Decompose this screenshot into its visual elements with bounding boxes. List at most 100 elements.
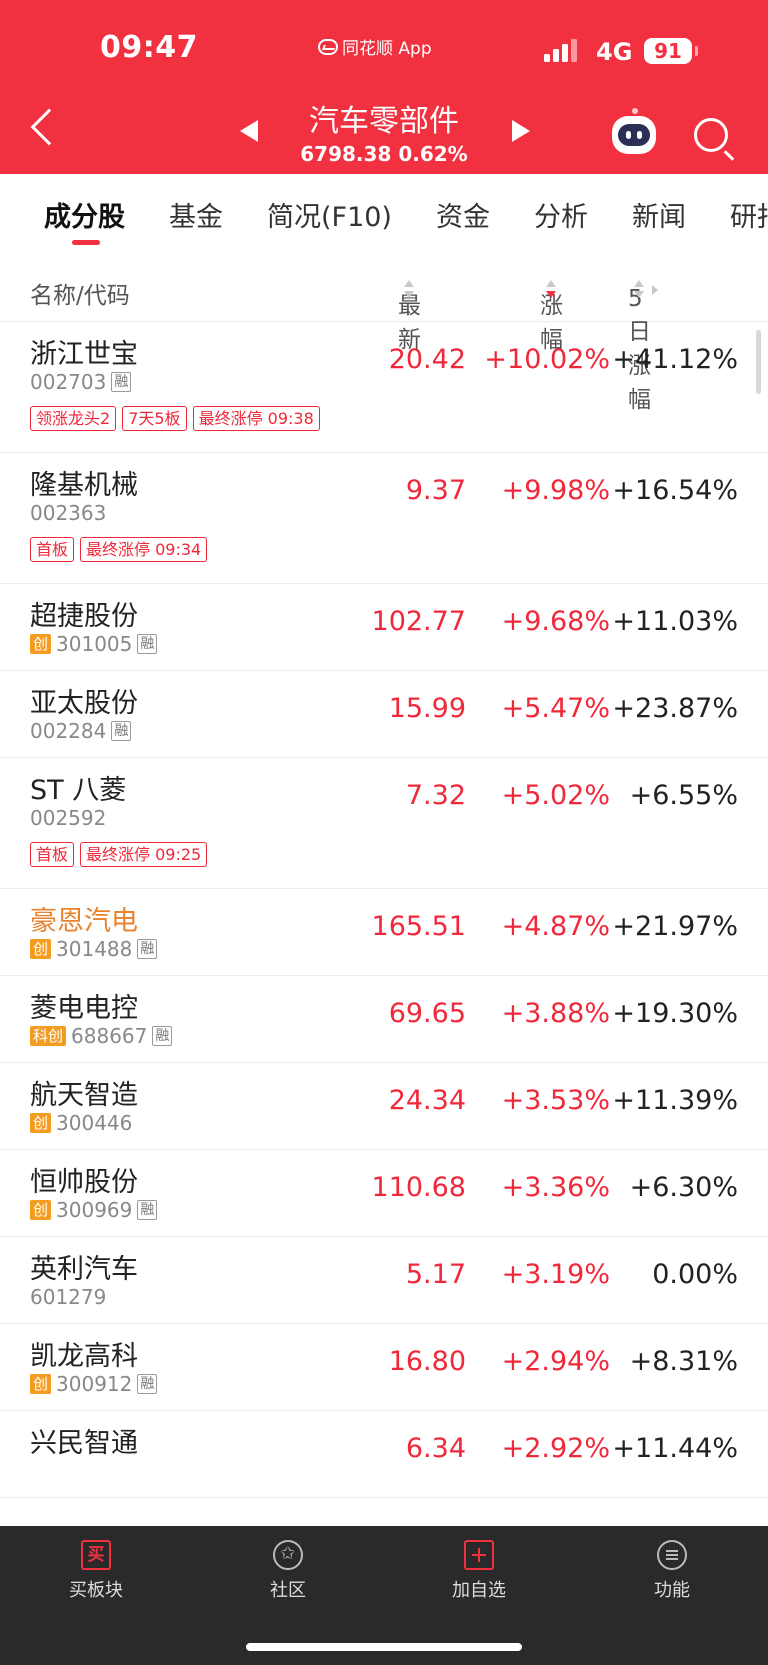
stock-row[interactable]: 恒帅股份创 300969 融 110.68 +3.36% +6.30% (0, 1150, 768, 1237)
stock-code-line: 创 301005 融 (30, 632, 158, 656)
stock-list: 浙江世宝 002703 融 20.42 +10.02% +41.12% 领涨龙头2 7天5板最… (0, 322, 768, 1526)
stock-code: 300446 (56, 1111, 133, 1135)
home-indicator[interactable] (246, 1643, 522, 1651)
nav-add-label: 加自选 (452, 1580, 506, 1601)
stock-price: 5.17 (405, 1259, 466, 1290)
stock-row[interactable]: 超捷股份创 301005 融 102.77 +9.68% +11.03% (0, 584, 768, 671)
board-badge: 创 (30, 634, 52, 654)
stock-code: 301488 (56, 937, 133, 961)
stock-code-line: 601279 (30, 1285, 106, 1309)
stock-name: ST 八菱 (30, 775, 127, 806)
tab-constituents[interactable]: 成分股 (44, 195, 125, 234)
stock-row[interactable]: 兴民智通 6.34 +2.92% +11.44% (0, 1411, 768, 1498)
nav-func-label: 功能 (654, 1580, 690, 1601)
tab-funds[interactable]: 基金 (169, 195, 223, 234)
stock-price: 102.77 (371, 606, 466, 637)
next-sector-icon[interactable] (512, 120, 530, 142)
stock-tag[interactable]: 首板 (30, 842, 75, 867)
stock-code: 002363 (30, 501, 107, 525)
nav-community[interactable]: 社区 (228, 1540, 348, 1602)
sort-icon (404, 279, 414, 300)
battery-icon: 91 (644, 38, 698, 64)
stock-code-line: 科创 688667 融 (30, 1024, 173, 1048)
stock-change-5d: +11.03% (612, 606, 738, 637)
margin-badge: 融 (111, 372, 132, 392)
col-change[interactable]: 涨幅 (540, 276, 563, 353)
stock-name: 英利汽车 (30, 1254, 138, 1285)
margin-badge: 融 (137, 1200, 158, 1220)
stock-change: +9.68% (501, 606, 610, 637)
stock-price: 9.37 (405, 475, 466, 506)
nav-add-watchlist[interactable]: 加自选 (419, 1540, 539, 1602)
scrollbar[interactable] (756, 330, 761, 394)
tab-news[interactable]: 新闻 (632, 195, 686, 234)
stock-price: 20.42 (388, 344, 466, 375)
stock-change: +3.36% (501, 1172, 610, 1203)
col-change5[interactable]: 5日涨幅 (628, 276, 658, 413)
board-badge: 创 (30, 1113, 52, 1133)
stock-price: 165.51 (371, 911, 466, 942)
stock-row[interactable]: ST 八菱 002592 7.32 +5.02% +6.55% 首板 最终涨停 09:25 (0, 758, 768, 889)
assistant-robot-icon[interactable] (612, 108, 656, 154)
stock-name: 菱电电控 (30, 993, 138, 1024)
stock-change-5d: +19.30% (612, 998, 738, 1029)
margin-badge: 融 (111, 721, 132, 741)
stock-row[interactable]: 亚太股份 002284 融 15.99 +5.47% +23.87% (0, 671, 768, 758)
stock-tag[interactable]: 最终涨停 09:38 (192, 406, 320, 431)
stock-name: 亚太股份 (30, 688, 138, 719)
stock-change-5d: +6.55% (629, 780, 738, 811)
header-bar: 09:47 同花顺 App 4G 91 汽车零部件 6798.38 0.62% (0, 0, 768, 174)
community-icon (273, 1540, 303, 1570)
stock-row[interactable]: 隆基机械 002363 9.37 +9.98% +16.54% 首板 最终涨停 09:34 (0, 453, 768, 584)
tab-research[interactable]: 研报 (730, 195, 768, 234)
stock-price: 24.34 (388, 1085, 466, 1116)
stock-tag[interactable]: 首板 (30, 537, 75, 562)
stock-change-5d: +11.44% (612, 1433, 738, 1464)
stock-code: 002592 (30, 806, 107, 830)
search-icon[interactable] (694, 118, 728, 152)
margin-badge: 融 (137, 1374, 158, 1394)
stock-row[interactable]: 凯龙高科创 300912 融 16.80 +2.94% +8.31% (0, 1324, 768, 1411)
stock-tag[interactable]: 7天5板 (122, 406, 187, 431)
stock-price: 6.34 (405, 1433, 466, 1464)
stock-code: 301005 (56, 632, 133, 656)
stock-row[interactable]: 浙江世宝 002703 融 20.42 +10.02% +41.12% 领涨龙头2 7天5板最… (0, 322, 768, 453)
tab-analysis[interactable]: 分析 (534, 195, 588, 234)
tab-bar: 成分股 基金 简况(F10) 资金 分析 新闻 研报 (0, 174, 768, 254)
stock-tags: 领涨龙头2 7天5板 最终涨停 09:38 (30, 406, 320, 431)
stock-change-5d: 0.00% (652, 1259, 738, 1290)
tab-f10[interactable]: 简况(F10) (267, 195, 392, 234)
nav-buy-sector[interactable]: 买 买板块 (36, 1540, 156, 1602)
stock-name: 兴民智通 (30, 1428, 138, 1459)
stock-row[interactable]: 英利汽车 601279 5.17 +3.19% 0.00% (0, 1237, 768, 1324)
stock-row[interactable]: 菱电电控 科创 688667 融 69.65 +3.88% +19.30% (0, 976, 768, 1063)
stock-name: 豪恩汽电 (30, 906, 138, 937)
buy-icon: 买 (81, 1540, 111, 1570)
tab-capital[interactable]: 资金 (436, 195, 490, 234)
stock-name: 航天智造 (30, 1080, 138, 1111)
board-badge: 创 (30, 1200, 52, 1220)
stock-code: 300969 (56, 1198, 133, 1222)
signal-icon (544, 38, 577, 62)
status-app-label: 同花顺 App (318, 34, 432, 59)
stock-change-5d: +16.54% (612, 475, 738, 506)
stock-row[interactable]: 豪恩汽电创 301488 融 165.51 +4.87% +21.97% (0, 889, 768, 976)
stock-price: 16.80 (388, 1346, 466, 1377)
col-name-code: 名称/代码 (30, 283, 130, 309)
network-type: 4G (596, 38, 633, 66)
stock-row[interactable]: 航天智造创 300446 24.34 +3.53% +11.39% (0, 1063, 768, 1150)
stock-name: 隆基机械 (30, 470, 138, 501)
stock-change-5d: +11.39% (612, 1085, 738, 1116)
margin-badge: 融 (152, 1026, 173, 1046)
stock-change-5d: +23.87% (612, 693, 738, 724)
stock-code-line: 创 300446 (30, 1111, 132, 1135)
stock-tag[interactable]: 最终涨停 09:34 (80, 537, 208, 562)
add-watchlist-icon (464, 1540, 494, 1570)
stock-tag[interactable]: 领涨龙头2 (30, 406, 117, 431)
col-latest[interactable]: 最新 (398, 276, 421, 353)
stock-change: +2.92% (501, 1433, 610, 1464)
stock-code-line: 002363 (30, 501, 106, 525)
stock-code-line: 002703 融 (30, 370, 132, 394)
stock-tag[interactable]: 最终涨停 09:25 (80, 842, 208, 867)
nav-functions[interactable]: 功能 (612, 1540, 732, 1602)
